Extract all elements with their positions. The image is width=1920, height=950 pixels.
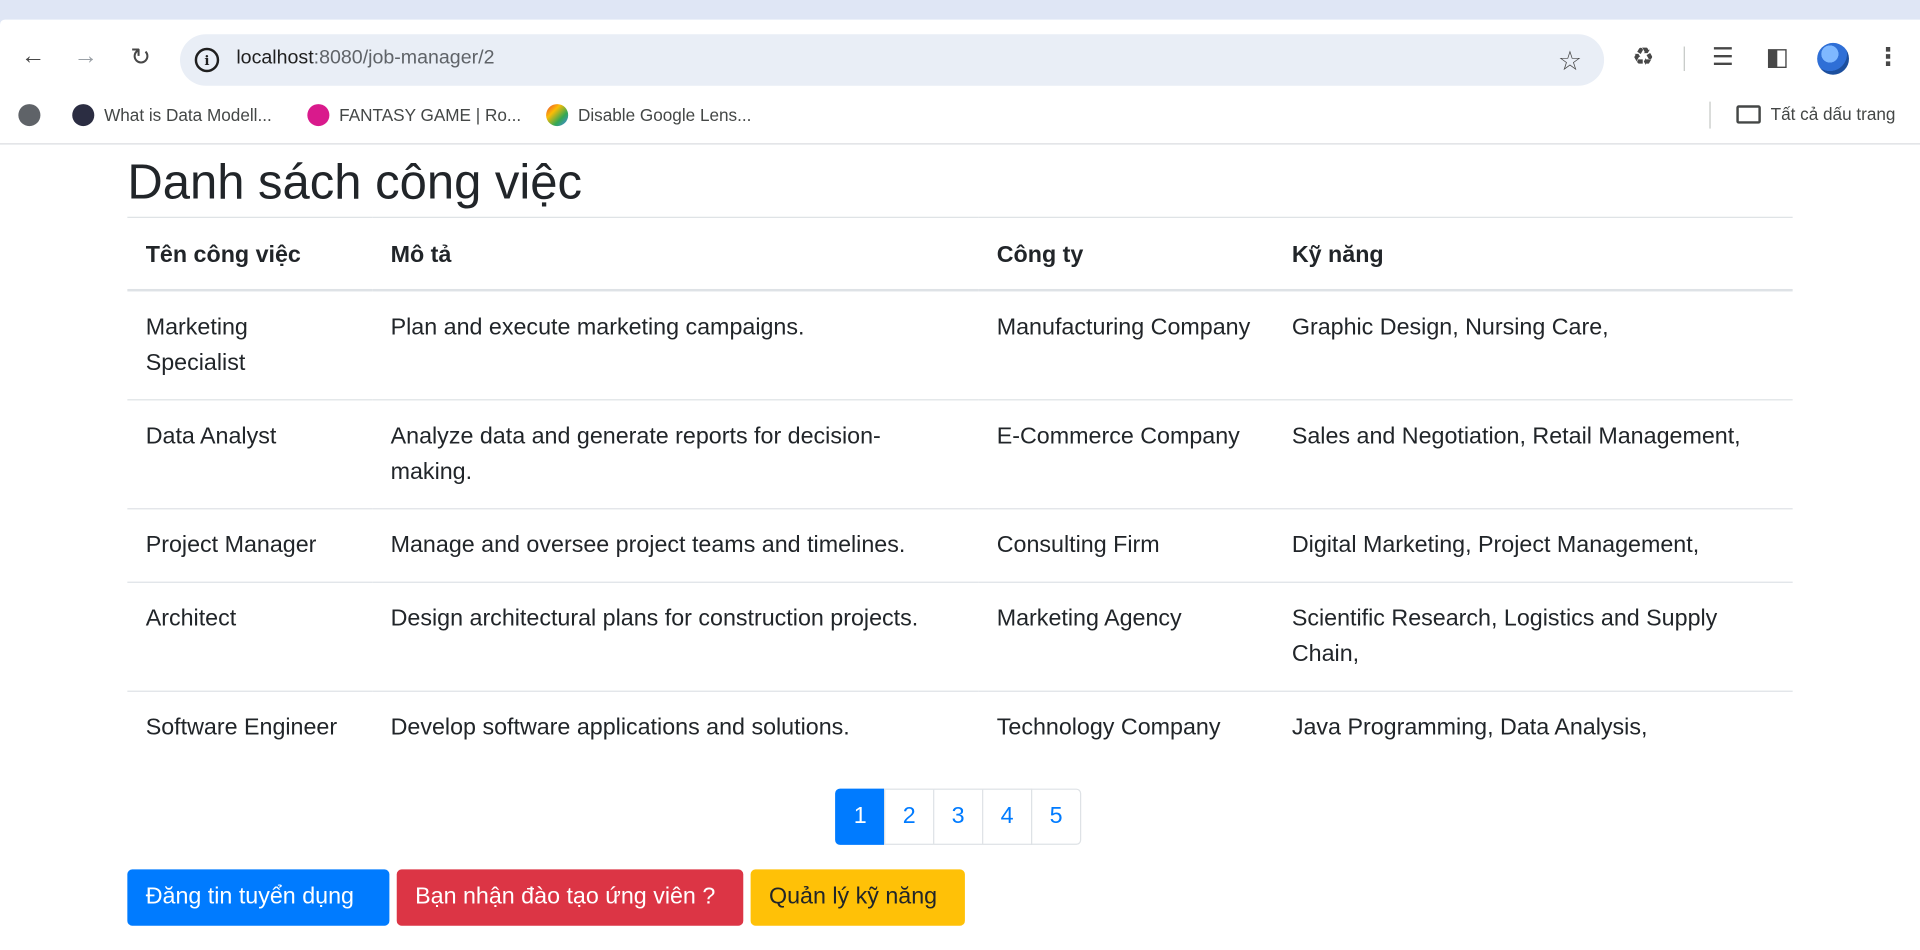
main-content: Danh sách công việc Tên công việc Mô tả … (127, 146, 1793, 765)
description-cell: Manage and oversee project teams and tim… (372, 508, 979, 583)
bookmark-item[interactable]: FANTASY GAME | Ro... (307, 104, 521, 127)
extensions-icon[interactable]: ♻ (1632, 42, 1654, 73)
site-info-icon[interactable]: i (194, 47, 220, 73)
bookmarks-bar: What is Data Modell... FANTASY GAME | Ro… (0, 93, 1920, 145)
description-cell: Plan and execute marketing campaigns. (390, 314, 805, 341)
column-header-company: Công ty (978, 216, 1274, 292)
forward-icon[interactable]: → (69, 39, 103, 73)
jobs-table: Tên công việc Mô tả Công ty Kỹ năng Mark… (127, 216, 1793, 765)
address-bar[interactable]: i localhost:8080/job-manager/2 ☆ (180, 34, 1605, 86)
table-row: Project Manager Manage and oversee proje… (127, 508, 1793, 583)
globe-icon[interactable] (18, 104, 41, 127)
bookmark-item[interactable]: Disable Google Lens... (546, 104, 751, 127)
page-link-4[interactable]: 4 (982, 788, 1033, 845)
post-job-button[interactable]: Đăng tin tuyển dụng (127, 869, 390, 926)
side-panel-icon[interactable]: ◧ (1766, 42, 1789, 73)
company-cell: Marketing Agency (978, 581, 1274, 692)
job-name-cell: Marketing Specialist (145, 314, 248, 376)
table-row: Marketing Specialist Plan and execute ma… (127, 290, 1792, 400)
media-control-icon[interactable]: ☰ (1712, 42, 1734, 73)
skills-cell: Digital Marketing, Project Management, (1273, 508, 1793, 583)
company-cell: E-Commerce Company (978, 399, 1274, 509)
page-link-1[interactable]: 1 (835, 788, 886, 845)
description-cell: Develop software applications and soluti… (372, 690, 979, 765)
profile-avatar[interactable] (1817, 42, 1849, 75)
bookmark-item[interactable]: What is Data Modell... (72, 104, 272, 127)
skills-cell: Sales and Negotiation, Retail Management… (1273, 399, 1793, 509)
company-cell: Consulting Firm (978, 508, 1274, 583)
job-name-cell: Data Analyst (127, 399, 373, 509)
bookmark-favicon-icon (72, 104, 95, 127)
company-cell: Manufacturing Company (996, 314, 1251, 341)
job-name-cell: Software Engineer (127, 690, 373, 765)
column-header-skills: Kỹ năng (1273, 216, 1793, 292)
page-title: Danh sách công việc (127, 155, 583, 210)
action-buttons: Đăng tin tuyển dụng Bạn nhận đào tạo ứng… (127, 869, 965, 926)
page-link-5[interactable]: 5 (1031, 788, 1082, 845)
company-cell: Technology Company (978, 690, 1274, 765)
skills-cell: Java Programming, Data Analysis, (1273, 690, 1793, 765)
table-header-row: Tên công việc Mô tả Công ty Kỹ năng (127, 216, 1793, 292)
back-icon[interactable]: ← (16, 39, 50, 73)
skills-cell: Graphic Design, Nursing Care, (1291, 314, 1609, 341)
job-name-cell: Architect (127, 581, 373, 692)
page-link-2[interactable]: 2 (884, 788, 935, 845)
description-cell: Design architectural plans for construct… (372, 581, 979, 692)
page-link-3[interactable]: 3 (933, 788, 984, 845)
reload-icon[interactable]: ↻ (124, 39, 158, 73)
pagination: 1 2 3 4 5 (835, 788, 1082, 845)
all-bookmarks-button[interactable]: Tất cả dấu trang (1736, 104, 1895, 124)
folder-icon (1736, 104, 1761, 124)
column-header-job-name: Tên công việc (127, 216, 373, 292)
bookmark-favicon-icon (546, 104, 569, 127)
table-row: Software Engineer Develop software appli… (127, 690, 1793, 765)
table-row: Architect Design architectural plans for… (127, 581, 1793, 692)
column-header-description: Mô tả (372, 216, 979, 292)
job-name-cell: Project Manager (127, 508, 373, 583)
menu-kebab-icon[interactable]: ⋮ (1876, 42, 1900, 73)
description-cell: Analyze data and generate reports for de… (372, 399, 979, 509)
training-button[interactable]: Bạn nhận đào tạo ứng viên ? (396, 869, 744, 926)
bookmark-favicon-icon (307, 104, 330, 127)
browser-toolbar: ← → ↻ i localhost:8080/job-manager/2 ☆ ♻… (0, 24, 1920, 94)
table-row: Data Analyst Analyze data and generate r… (127, 399, 1793, 509)
url-text[interactable]: localhost:8080/job-manager/2 (236, 48, 494, 70)
bookmark-star-icon[interactable]: ☆ (1558, 45, 1582, 77)
manage-skills-button[interactable]: Quản lý kỹ năng (750, 869, 965, 926)
skills-cell: Scientific Research, Logistics and Suppl… (1273, 581, 1793, 692)
tab-strip (0, 0, 1920, 25)
